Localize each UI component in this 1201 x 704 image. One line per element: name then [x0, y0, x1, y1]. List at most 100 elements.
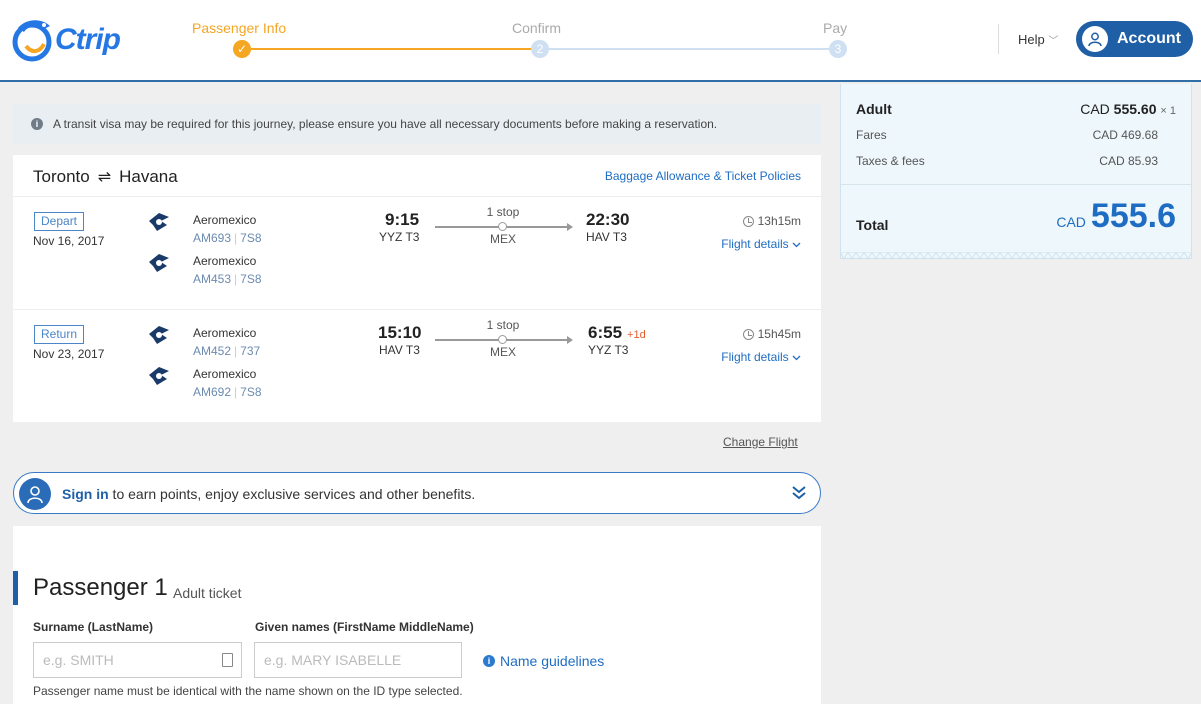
given-names-input[interactable]	[254, 642, 462, 678]
airline-name: Aeromexico	[193, 326, 257, 340]
step-line-1	[242, 48, 532, 50]
origin-city: Toronto	[33, 167, 90, 186]
step-3-dot: 3	[829, 40, 847, 58]
stops-count: 1 stop	[486, 318, 520, 332]
arrival-time: 6:55 +1d	[588, 323, 646, 342]
price-summary: Adult CAD 555.60 × 1 Fares CAD 469.68 Ta…	[840, 84, 1192, 259]
fares-label: Fares	[856, 128, 887, 142]
sign-in-link[interactable]: Sign in	[62, 486, 109, 502]
user-avatar-icon	[1082, 26, 1108, 52]
chevron-down-icon	[792, 242, 801, 248]
aeromexico-logo-icon	[149, 254, 169, 272]
return-tag: Return	[34, 325, 85, 344]
arrival-airport: HAV T3	[586, 230, 627, 244]
aeromexico-logo-icon	[149, 367, 169, 385]
departure-airport: HAV T3	[379, 343, 420, 357]
account-button[interactable]: Account	[1076, 21, 1193, 57]
stops-count: 1 stop	[486, 205, 520, 219]
destination-city: Havana	[119, 167, 178, 186]
dolphin-icon	[12, 20, 52, 62]
step-2-dot: 2	[531, 40, 549, 58]
flight-details-link[interactable]: Flight details	[721, 350, 801, 364]
double-chevron-down-icon[interactable]	[792, 485, 806, 501]
arrival-airport: YYZ T3	[588, 343, 629, 357]
help-label: Help	[1018, 32, 1045, 47]
taxes-label: Taxes & fees	[856, 154, 925, 168]
depart-date: Nov 16, 2017	[33, 234, 105, 248]
step-1-check-icon: ✓	[233, 40, 251, 58]
total-price: CAD 555.6	[1056, 197, 1176, 235]
receipt-zigzag-edge	[840, 252, 1192, 261]
passenger-ticket-type: Adult ticket	[173, 585, 242, 601]
flight-details-link[interactable]: Flight details	[721, 237, 801, 251]
taxes-value: CAD 85.93	[1099, 154, 1158, 168]
departure-airport: YYZ T3	[379, 230, 420, 244]
airline-name: Aeromexico	[193, 254, 257, 268]
return-segment: Return Nov 23, 2017 Aeromexico AM452 | 737…	[13, 310, 821, 423]
baggage-policy-link[interactable]: Baggage Allowance & Ticket Policies	[605, 169, 801, 183]
chevron-down-icon: ﹀	[1048, 36, 1059, 47]
adult-price-row: Adult CAD 555.60 × 1	[856, 101, 1176, 117]
fares-value: CAD 469.68	[1092, 128, 1158, 142]
id-card-icon[interactable]	[222, 653, 233, 667]
trip-duration: 15h45m	[742, 327, 801, 341]
stop-dot	[498, 222, 507, 231]
chevron-down-icon	[792, 355, 801, 361]
total-label: Total	[856, 217, 889, 233]
clock-icon	[742, 215, 754, 227]
route-header: Toronto ⇌ Havana Baggage Allowance & Ticke…	[13, 155, 821, 197]
ctrip-logo[interactable]: Ctrip	[12, 14, 127, 64]
depart-segment: Depart Nov 16, 2017 Aeromexico AM693 | 7S8…	[13, 197, 821, 310]
notice-text: A transit visa may be required for this …	[53, 117, 718, 131]
sign-in-banner[interactable]: Sign in to earn points, enjoy exclusive …	[13, 472, 821, 514]
adult-label: Adult	[856, 101, 892, 117]
given-names-label: Given names (FirstName MiddleName)	[255, 620, 474, 634]
name-note: Passenger name must be identical with th…	[33, 684, 463, 698]
airline-name: Aeromexico	[193, 213, 257, 227]
flight-number: AM453 | 7S8	[193, 272, 262, 286]
flight-number: AM692 | 7S8	[193, 385, 262, 399]
sign-in-text: Sign in to earn points, enjoy exclusive …	[62, 486, 476, 502]
name-guidelines-link[interactable]: i Name guidelines	[483, 653, 604, 669]
step-confirm-label: Confirm	[512, 20, 562, 36]
header: Ctrip Passenger Info Confirm Pay ✓ 2 3 H…	[0, 0, 1201, 82]
step-pay-label: Pay	[823, 20, 848, 36]
passenger-title: Passenger 1	[33, 574, 168, 601]
adult-price: CAD 555.60 × 1	[1080, 101, 1176, 117]
route-title: Toronto ⇌ Havana	[33, 167, 178, 187]
logo-text: Ctrip	[55, 23, 121, 56]
section-accent-bar	[13, 571, 18, 605]
passenger-form: Passenger 1 Adult ticket Surname (LastNa…	[13, 526, 821, 704]
taxes-row: Taxes & fees CAD 85.93	[856, 154, 1176, 168]
flight-summary-card: Toronto ⇌ Havana Baggage Allowance & Ticke…	[13, 155, 821, 422]
return-date: Nov 23, 2017	[33, 347, 105, 361]
help-menu[interactable]: Help ﹀	[1018, 32, 1058, 47]
step-passenger-info-label: Passenger Info	[192, 20, 287, 36]
fares-row: Fares CAD 469.68	[856, 128, 1176, 142]
flight-number: AM693 | 7S8	[193, 231, 262, 245]
stop-airport: MEX	[489, 232, 516, 246]
progress-steps: Passenger Info Confirm Pay ✓ 2 3	[180, 18, 860, 68]
stop-dot	[498, 335, 507, 344]
arrival-time: 22:30	[586, 210, 630, 229]
trip-duration: 13h15m	[742, 214, 801, 228]
price-divider	[841, 184, 1191, 185]
surname-input[interactable]	[33, 642, 242, 678]
info-icon: i	[31, 118, 43, 130]
depart-tag: Depart	[34, 212, 85, 231]
departure-time: 9:15	[385, 210, 420, 229]
aeromexico-logo-icon	[149, 326, 169, 344]
header-divider	[998, 24, 999, 54]
change-flight-link[interactable]: Change Flight	[723, 435, 798, 449]
surname-label: Surname (LastName)	[33, 620, 154, 634]
transit-visa-notice: i A transit visa may be required for thi…	[13, 104, 821, 144]
round-trip-arrows-icon: ⇌	[97, 169, 112, 186]
plus-day-badge: +1d	[627, 329, 646, 341]
stop-airport: MEX	[489, 345, 516, 359]
info-icon: i	[483, 655, 495, 667]
account-label: Account	[1117, 30, 1181, 47]
aeromexico-logo-icon	[149, 213, 169, 231]
clock-icon	[742, 328, 754, 340]
departure-time: 15:10	[378, 323, 422, 342]
flight-number: AM452 | 737	[193, 344, 261, 358]
